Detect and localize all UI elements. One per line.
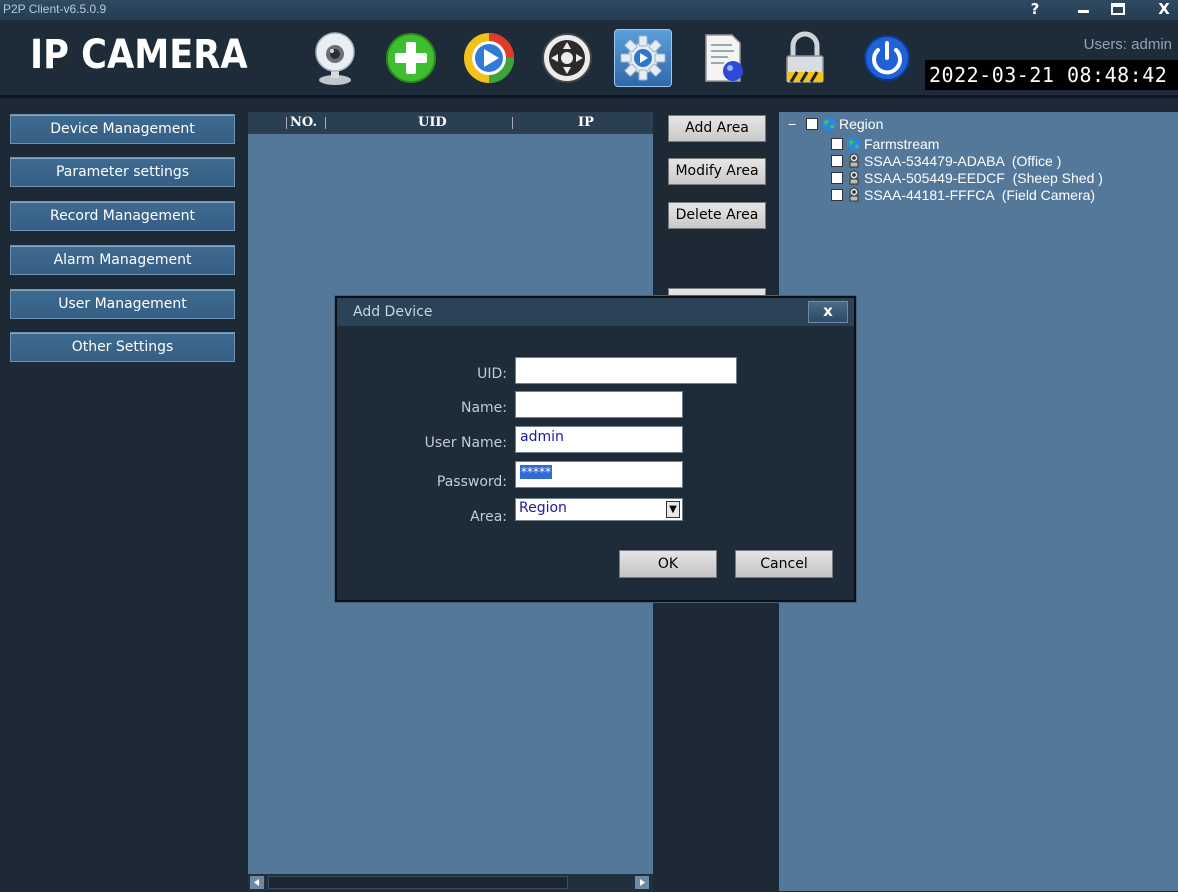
minimize-button[interactable] bbox=[1069, 0, 1097, 20]
lock-icon[interactable] bbox=[776, 29, 834, 87]
name-field[interactable] bbox=[515, 391, 683, 418]
scroll-left-arrow[interactable] bbox=[250, 876, 264, 889]
app-logo: IP CAMERA bbox=[30, 32, 248, 78]
menu-alarm-management[interactable]: Alarm Management bbox=[10, 245, 235, 275]
dialog-close-button[interactable]: x bbox=[808, 301, 848, 323]
tree-root-region[interactable]: − Region bbox=[788, 115, 883, 132]
uid-label: UID: bbox=[477, 366, 507, 382]
node-checkbox[interactable] bbox=[831, 154, 843, 167]
playback-icon[interactable] bbox=[460, 29, 518, 87]
tree-node-label: Farmstream bbox=[864, 135, 940, 152]
horizontal-scrollbar[interactable] bbox=[248, 874, 653, 891]
delete-area-button[interactable]: Delete Area bbox=[668, 202, 766, 229]
node-checkbox[interactable] bbox=[831, 188, 843, 201]
node-checkbox[interactable] bbox=[831, 171, 843, 184]
camera-node-icon bbox=[849, 170, 859, 184]
menu-record-management[interactable]: Record Management bbox=[10, 201, 235, 231]
tree-node[interactable]: SSAA-44181-FFFCA (Field Camera) bbox=[831, 186, 1095, 203]
globe-icon bbox=[822, 116, 836, 131]
tree-node[interactable]: SSAA-534479-ADABA (Office ) bbox=[831, 152, 1061, 169]
cancel-button[interactable]: Cancel bbox=[735, 550, 833, 578]
password-label: Password: bbox=[436, 474, 507, 490]
modify-area-button[interactable]: Modify Area bbox=[668, 158, 766, 185]
maximize-button[interactable] bbox=[1104, 0, 1132, 20]
add-area-button[interactable]: Add Area bbox=[668, 115, 766, 142]
maximize-icon bbox=[1111, 3, 1125, 15]
ok-button[interactable]: OK bbox=[619, 550, 717, 578]
camera-node-icon bbox=[849, 153, 859, 167]
close-window-button[interactable]: X bbox=[1150, 0, 1178, 20]
log-icon[interactable] bbox=[694, 29, 752, 87]
column-header-uid[interactable]: UID bbox=[418, 115, 447, 130]
chevron-down-icon[interactable]: ▼ bbox=[666, 501, 680, 518]
globe-icon bbox=[847, 136, 861, 151]
datetime-display: 2022-03-21 08:48:42 bbox=[925, 60, 1178, 90]
header: IP CAMERA Users: admin 2022-03-21 08:48:… bbox=[0, 20, 1178, 98]
menu-parameter-settings[interactable]: Parameter settings bbox=[10, 157, 235, 187]
current-user-label: Users: admin bbox=[1083, 36, 1172, 53]
name-label: Name: bbox=[460, 400, 507, 416]
tree-node[interactable]: SSAA-505449-EEDCF (Sheep Shed ) bbox=[831, 169, 1103, 186]
scrollbar-thumb[interactable] bbox=[268, 876, 568, 889]
area-select[interactable]: Region ▼ bbox=[515, 498, 683, 521]
add-device-icon[interactable] bbox=[382, 29, 440, 87]
tree-node[interactable]: Farmstream bbox=[831, 135, 939, 152]
node-checkbox[interactable] bbox=[831, 137, 843, 150]
column-header-no[interactable]: NO. bbox=[290, 115, 317, 130]
tree-node-label: SSAA-44181-FFFCA (Field Camera) bbox=[864, 186, 1096, 203]
tree-root-label: Region bbox=[839, 115, 884, 132]
settings-icon[interactable] bbox=[614, 29, 672, 87]
help-button[interactable]: ? bbox=[1021, 0, 1049, 20]
menu-other-settings[interactable]: Other Settings bbox=[10, 332, 235, 362]
area-select-value: Region bbox=[519, 500, 567, 516]
table-header: NO. UID IP bbox=[248, 112, 653, 134]
menu-device-management[interactable]: Device Management bbox=[10, 114, 235, 144]
ptz-control-icon[interactable] bbox=[538, 29, 596, 87]
power-icon[interactable] bbox=[858, 29, 916, 87]
app-title: P2P Client-v6.5.0.9 bbox=[3, 2, 107, 16]
password-field[interactable]: ***** bbox=[515, 461, 683, 488]
dialog-title-bar[interactable]: Add Device x bbox=[337, 298, 854, 326]
add-device-dialog: Add Device x UID: Name: User Name: admin… bbox=[335, 296, 856, 602]
tree-node-label: SSAA-505449-EEDCF (Sheep Shed ) bbox=[864, 169, 1103, 186]
title-bar: P2P Client-v6.5.0.9 ? X bbox=[0, 0, 1178, 20]
scroll-right-arrow[interactable] bbox=[635, 876, 649, 889]
collapse-toggle[interactable]: − bbox=[788, 116, 806, 132]
area-label: Area: bbox=[470, 509, 507, 525]
region-checkbox[interactable] bbox=[806, 117, 818, 130]
uid-field[interactable] bbox=[515, 357, 737, 384]
menu-user-management[interactable]: User Management bbox=[10, 289, 235, 319]
column-header-ip[interactable]: IP bbox=[578, 115, 594, 130]
username-field[interactable]: admin bbox=[515, 426, 683, 453]
username-label: User Name: bbox=[424, 435, 507, 451]
webcam-icon[interactable] bbox=[306, 29, 364, 87]
tree-node-label: SSAA-534479-ADABA (Office ) bbox=[864, 152, 1062, 169]
dialog-title: Add Device bbox=[353, 304, 433, 320]
minimize-icon bbox=[1078, 10, 1089, 13]
password-value: ***** bbox=[520, 465, 552, 479]
camera-node-icon bbox=[849, 187, 859, 201]
